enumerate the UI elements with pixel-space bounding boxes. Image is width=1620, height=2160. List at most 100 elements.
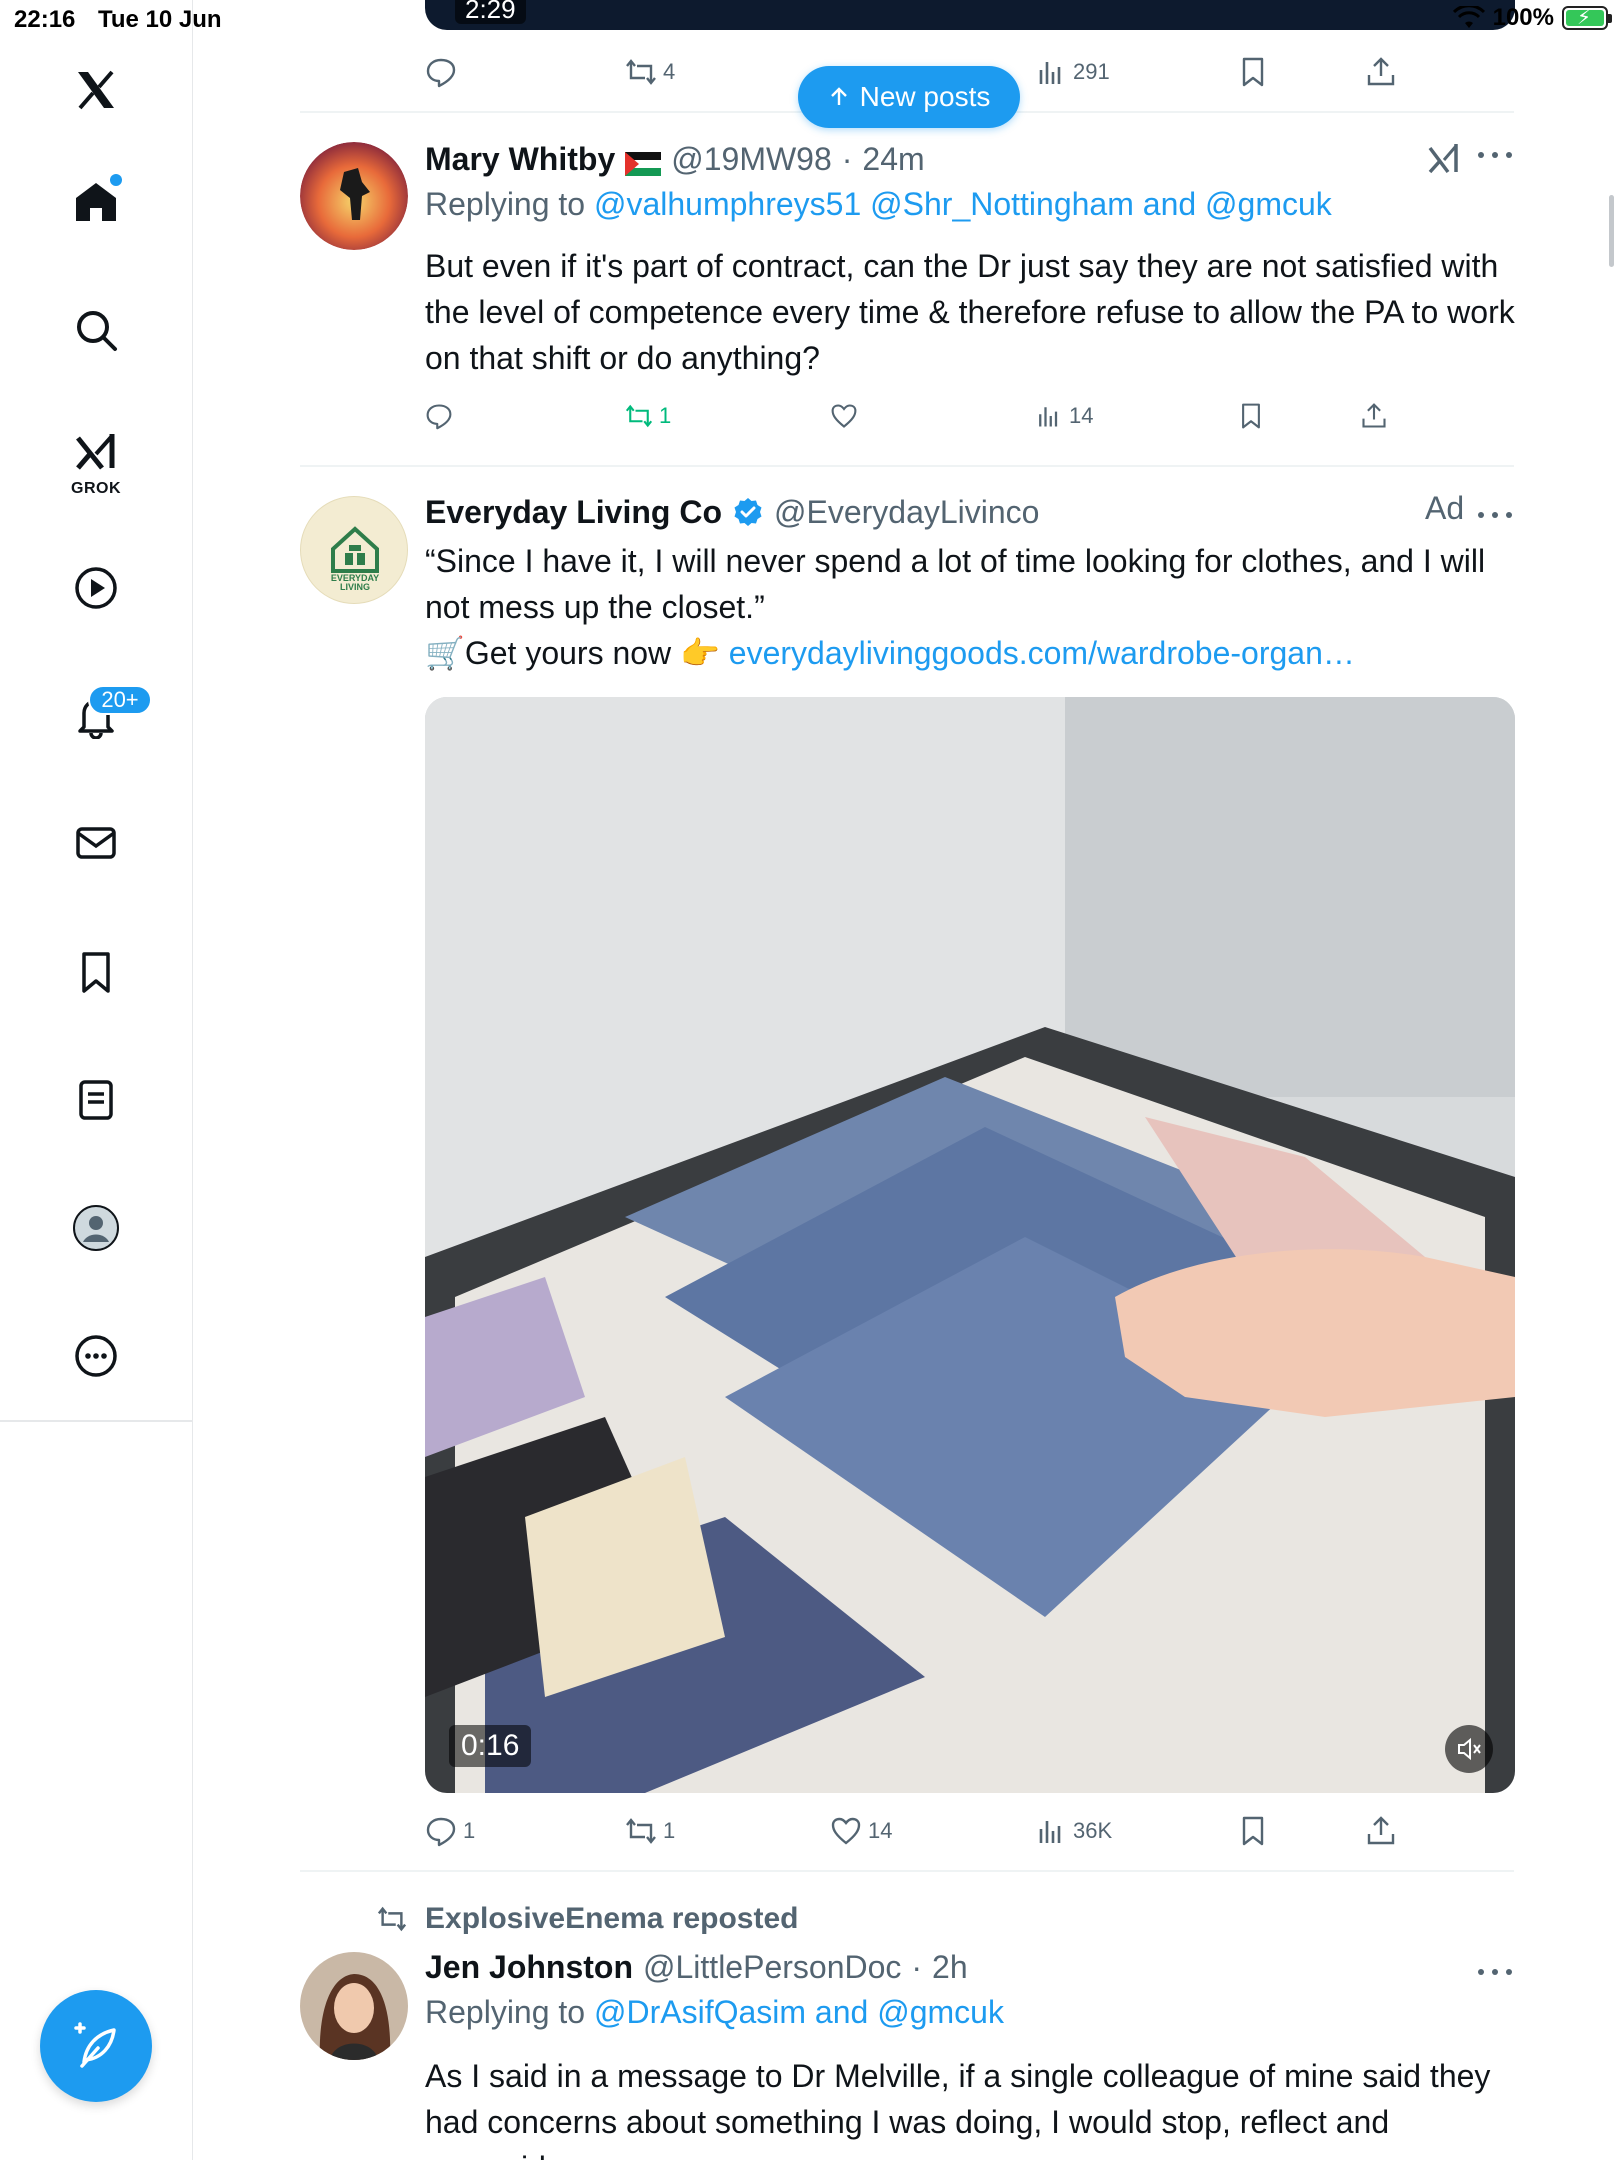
grok-icon [76, 434, 115, 470]
like-count: 14 [868, 1818, 893, 1843]
timestamp[interactable]: 2h [932, 1949, 968, 1986]
post-header: Mary Whitby @19MW98 · 24m [425, 137, 1515, 181]
sidebar-item-profile[interactable] [56, 1188, 136, 1268]
status-time: 22:16 [14, 6, 76, 33]
repost-icon [626, 1818, 656, 1844]
verified-badge-icon [732, 496, 764, 528]
new-posts-label: New posts [859, 81, 991, 112]
reply-icon [426, 58, 456, 88]
views-button[interactable]: 36K [1035, 1807, 1112, 1855]
grok-icon[interactable] [1426, 140, 1462, 176]
status-right: 100% ⚡ [1452, 4, 1612, 32]
display-name[interactable]: Jen Johnston [425, 1949, 633, 1986]
share-button[interactable] [1365, 1807, 1397, 1855]
views-button[interactable]: 291 [1035, 48, 1110, 96]
scrollbar[interactable] [1609, 195, 1614, 267]
sidebar-item-explore[interactable] [56, 290, 136, 370]
repost-button[interactable]: 4 [625, 48, 675, 96]
divider [300, 1870, 1514, 1872]
repost-count: 1 [663, 1818, 676, 1843]
play-circle-icon [75, 567, 117, 609]
avatar[interactable] [300, 142, 408, 250]
bookmark-button[interactable] [1237, 1807, 1269, 1855]
share-button[interactable] [1360, 392, 1388, 440]
battery-percent: 100% [1492, 4, 1554, 31]
post-text: As I said in a message to Dr Melville, i… [425, 2058, 1491, 2160]
repost-count: 1 [659, 403, 672, 428]
new-posts-button[interactable]: New posts [798, 66, 1020, 128]
ad-cta: 🛒Get yours now 👉 everydaylivinggoods.com… [425, 630, 1515, 676]
replying-to: Replying to @DrAsifQasim and @gmcuk [425, 1994, 1004, 2031]
sidebar-item-videos[interactable] [56, 548, 136, 628]
timestamp[interactable]: 24m [862, 141, 924, 178]
reply-handles-link[interactable]: @DrAsifQasim and @gmcuk [594, 1994, 1004, 2030]
more-options-icon[interactable] [1475, 500, 1515, 520]
grok-label: GROK [71, 480, 121, 497]
ad-cta-prefix: 🛒Get yours now 👉 [425, 635, 720, 671]
repost-button[interactable]: 1 [625, 1807, 675, 1855]
video-duration: 0:16 [449, 1725, 532, 1767]
replying-to: Replying to @valhumphreys51 @Shr_Notting… [425, 186, 1332, 223]
palestine-flag-icon [625, 147, 662, 176]
reposted-by[interactable]: ExplosiveEnema reposted [425, 1902, 798, 1936]
handle[interactable]: @LittlePersonDoc [643, 1949, 901, 1986]
battery-icon: ⚡ [1562, 6, 1612, 30]
avatar[interactable]: EVERYDAY LIVING [300, 496, 408, 604]
bookmark-icon [1242, 403, 1260, 429]
views-count: 36K [1073, 1818, 1113, 1843]
wifi-icon [1452, 6, 1485, 28]
sidebar-item-messages[interactable] [56, 803, 136, 883]
speaker-muted-icon [1458, 1737, 1481, 1761]
bookmark-icon [1242, 57, 1264, 87]
display-name[interactable]: Mary Whitby [425, 141, 615, 178]
sidebar-item-lists[interactable] [56, 1060, 136, 1140]
bookmark-icon [82, 952, 110, 993]
share-icon [1362, 403, 1386, 428]
sidebar-item-grok[interactable]: GROK [56, 412, 136, 497]
x-logo-icon[interactable] [56, 50, 136, 130]
sidebar: GROK 20+ [0, 0, 193, 2160]
repost-icon [626, 59, 656, 85]
compose-button[interactable] [40, 1990, 152, 2102]
more-circle-icon [75, 1335, 117, 1377]
reply-button[interactable]: 1 [425, 1807, 475, 1855]
ad-video[interactable]: 0:16 [425, 697, 1515, 1793]
ad-text-quote: “Since I have it, I will never spend a l… [425, 543, 1486, 625]
repost-icon [377, 1906, 407, 1932]
reply-button[interactable] [425, 392, 453, 440]
mail-icon [76, 827, 116, 859]
views-button[interactable]: 14 [1035, 392, 1093, 440]
avatar[interactable] [300, 1952, 408, 2060]
more-options-icon[interactable] [1475, 1957, 1515, 1977]
repost-button[interactable]: 1 [625, 392, 671, 440]
bookmark-button[interactable] [1237, 392, 1265, 440]
like-button[interactable]: 14 [830, 1807, 892, 1855]
sidebar-item-bookmarks[interactable] [56, 932, 136, 1012]
post-header: Everyday Living Co @EverydayLivinco [425, 490, 1515, 534]
share-button[interactable] [1365, 48, 1397, 96]
reply-handles-link[interactable]: @valhumphreys51 @Shr_Nottingham and @gmc… [594, 186, 1332, 222]
replying-to-prefix: Replying to [425, 186, 586, 222]
arrow-up-icon [830, 87, 847, 105]
reply-button[interactable] [425, 48, 457, 96]
handle[interactable]: @EverydayLivinco [774, 494, 1039, 531]
display-name[interactable]: Everyday Living Co [425, 494, 722, 531]
sidebar-item-home[interactable] [56, 162, 136, 242]
more-options-icon[interactable] [1475, 140, 1515, 160]
separator: · [841, 140, 853, 177]
ad-label: Ad [1425, 490, 1465, 526]
repost-count: 4 [663, 59, 676, 84]
sidebar-divider [0, 1420, 193, 1422]
reply-icon [426, 404, 452, 430]
share-icon [1367, 1816, 1395, 1845]
ad-post-actions: 1 1 14 36K [425, 1807, 1525, 1855]
mute-button[interactable] [1445, 1725, 1493, 1773]
ad-link[interactable]: everydaylivinggoods.com/wardrobe-organ… [729, 635, 1355, 671]
sidebar-item-more[interactable] [56, 1316, 136, 1396]
reply-count: 1 [463, 1818, 476, 1843]
bookmark-button[interactable] [1237, 48, 1269, 96]
like-button[interactable] [830, 392, 858, 440]
avatar-brand-text-2: LIVING [340, 582, 370, 592]
handle[interactable]: @19MW98 [671, 141, 832, 178]
replying-to-prefix: Replying to [425, 1994, 586, 2030]
